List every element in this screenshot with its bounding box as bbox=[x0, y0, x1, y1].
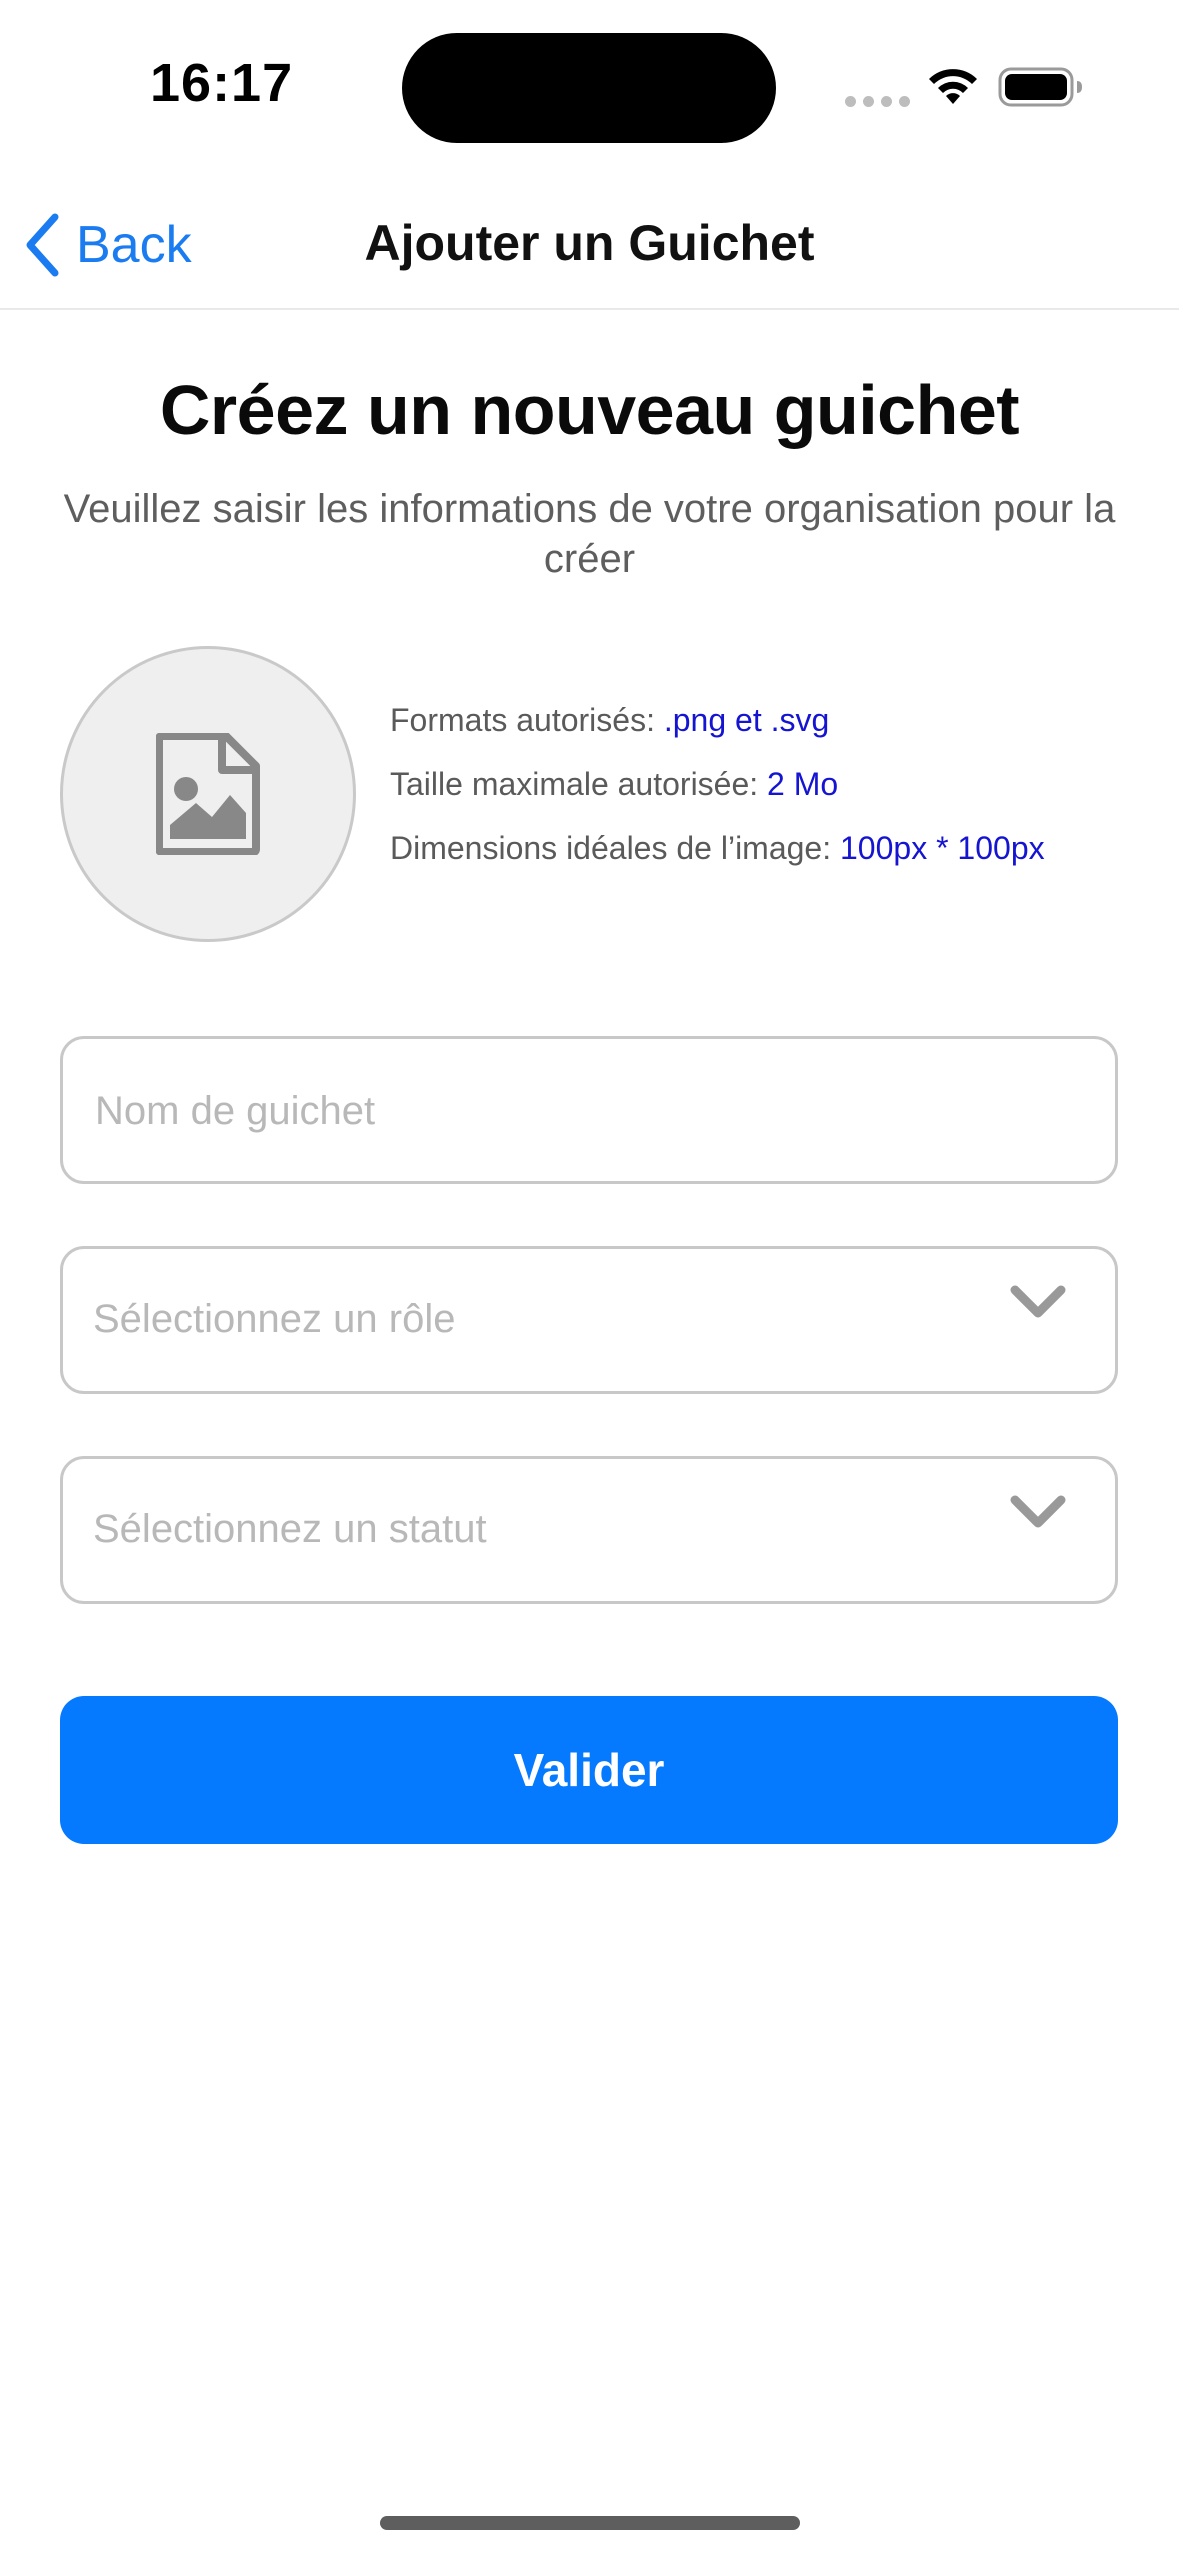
battery-icon bbox=[998, 67, 1082, 107]
max-size-row: Taille maximale autorisée: 2 Mo bbox=[390, 764, 1045, 828]
upload-requirements: Formats autorisés: .png et .svg Taille m… bbox=[390, 700, 1045, 892]
page-subtitle: Veuillez saisir les informations de votr… bbox=[63, 487, 1116, 581]
formats-label: Formats autorisés: bbox=[390, 702, 655, 738]
navigation-bar: Back Ajouter un Guichet bbox=[0, 170, 1179, 310]
max-size-label: Taille maximale autorisée: bbox=[390, 766, 759, 802]
image-upload-button[interactable] bbox=[60, 646, 356, 942]
status-select-placeholder: Sélectionnez un statut bbox=[93, 1507, 487, 1551]
status-bar: 16:17 bbox=[0, 0, 1179, 170]
chevron-down-icon bbox=[1010, 1285, 1066, 1318]
dimensions-label: Dimensions idéales de l’image: bbox=[390, 830, 832, 866]
dimensions-row: Dimensions idéales de l’image: 100px * 1… bbox=[390, 828, 1045, 892]
chevron-down-icon bbox=[1010, 1495, 1066, 1528]
guichet-name-input[interactable] bbox=[93, 1039, 1077, 1183]
submit-button[interactable]: Valider bbox=[60, 1696, 1118, 1844]
formats-value: .png et .svg bbox=[663, 702, 830, 738]
status-select[interactable]: Sélectionnez un statut bbox=[60, 1456, 1118, 1604]
home-indicator bbox=[380, 2516, 800, 2530]
nav-title: Ajouter un Guichet bbox=[364, 215, 815, 271]
formats-row: Formats autorisés: .png et .svg bbox=[390, 700, 1045, 764]
guichet-name-field[interactable] bbox=[60, 1036, 1118, 1184]
wifi-icon bbox=[929, 69, 977, 104]
cellular-signal-icon bbox=[845, 96, 910, 107]
role-select-placeholder: Sélectionnez un rôle bbox=[93, 1297, 456, 1341]
page-title: Créez un nouveau guichet bbox=[159, 371, 1020, 449]
image-file-icon bbox=[156, 733, 260, 855]
dimensions-value: 100px * 100px bbox=[840, 830, 1045, 866]
status-time: 16:17 bbox=[150, 53, 294, 113]
dynamic-island bbox=[402, 33, 776, 143]
max-size-value: 2 Mo bbox=[767, 766, 839, 802]
role-select[interactable]: Sélectionnez un rôle bbox=[60, 1246, 1118, 1394]
